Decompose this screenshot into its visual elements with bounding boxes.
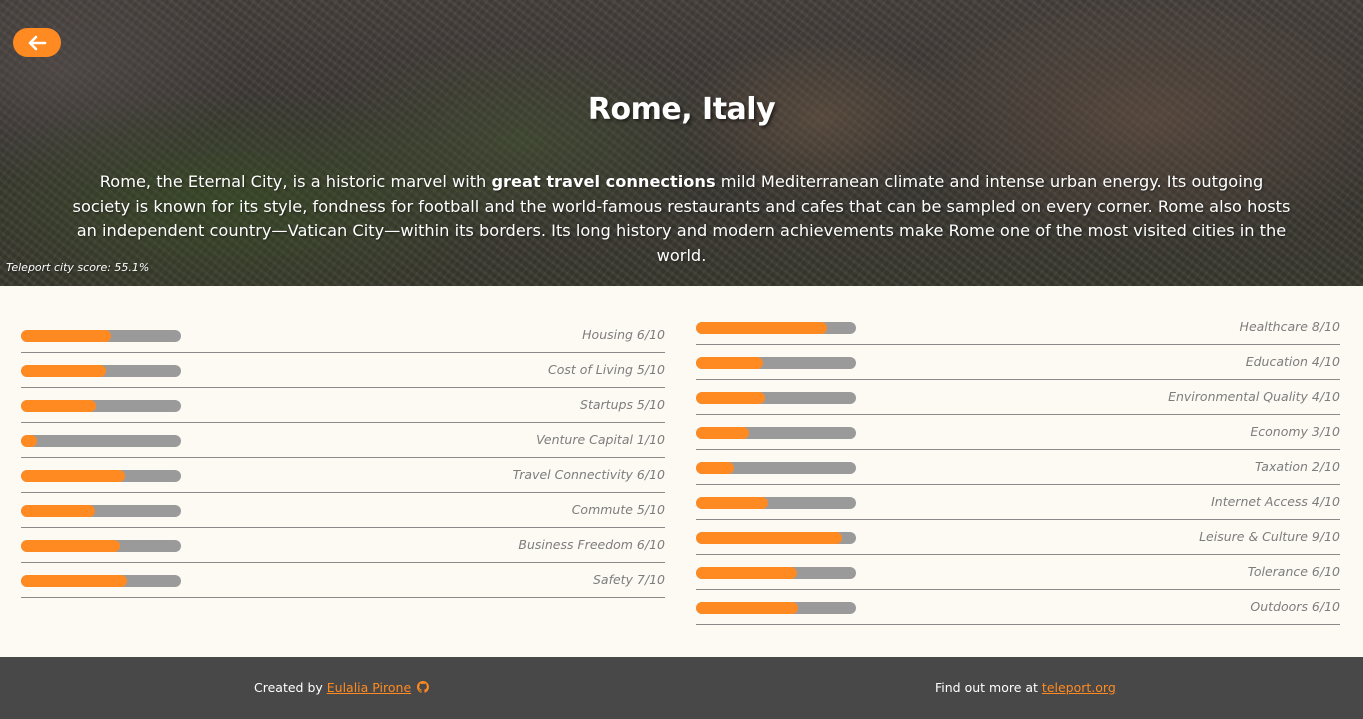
category-row: Internet Access 4/10 — [696, 485, 1340, 520]
score-bar — [21, 400, 181, 412]
score-bar — [696, 462, 856, 474]
score-bar — [21, 505, 181, 517]
score-bar-fill — [21, 435, 37, 447]
category-label: Outdoors 6/10 — [1250, 599, 1340, 614]
category-label: Leisure & Culture 9/10 — [1199, 529, 1340, 544]
category-label: Tolerance 6/10 — [1247, 564, 1340, 579]
score-bar-fill — [21, 575, 127, 587]
score-bar — [21, 365, 181, 377]
city-description: Rome, the Eternal City, is a historic ma… — [72, 172, 1291, 265]
github-icon[interactable] — [417, 681, 430, 693]
score-bar — [21, 330, 181, 342]
categories-left: Housing 6/10 Cost of Living 5/10 Startups … — [21, 318, 665, 598]
category-label: Taxation 2/10 — [1254, 459, 1340, 474]
category-label: Venture Capital 1/10 — [536, 432, 665, 447]
city-score: Teleport city score: 55.1% — [6, 261, 150, 274]
category-row: Travel Connectivity 6/10 — [21, 458, 665, 493]
score-bar — [696, 497, 856, 509]
score-bar — [21, 435, 181, 447]
category-label: Travel Connectivity 6/10 — [512, 467, 665, 482]
score-bar — [21, 540, 181, 552]
category-row: Economy 3/10 — [696, 415, 1340, 450]
score-bar-fill — [21, 505, 95, 517]
teleport-link[interactable]: teleport.org — [1042, 680, 1116, 695]
score-bar-fill — [696, 357, 764, 369]
score-bar-fill — [696, 392, 765, 404]
category-row: Cost of Living 5/10 — [21, 353, 665, 388]
category-label: Environmental Quality 4/10 — [1168, 389, 1340, 404]
score-bar-fill — [696, 322, 828, 334]
category-row: Education 4/10 — [696, 345, 1340, 380]
category-row: Taxation 2/10 — [696, 450, 1340, 485]
categories-right: Healthcare 8/10 Education 4/10 Environment… — [696, 310, 1340, 625]
footer: Created by Eulalia Pirone Find out more … — [0, 657, 1363, 719]
category-row: Safety 7/10 — [21, 563, 665, 598]
category-row: Tolerance 6/10 — [696, 555, 1340, 590]
score-bar-fill — [21, 540, 121, 552]
category-row: Venture Capital 1/10 — [21, 423, 665, 458]
category-label: Economy 3/10 — [1250, 424, 1340, 439]
score-bar — [696, 567, 856, 579]
score-bar-fill — [696, 532, 842, 544]
hero-banner: Rome, Italy Rome, the Eternal City, is a… — [0, 0, 1363, 286]
category-row: Healthcare 8/10 — [696, 310, 1340, 345]
footer-credit: Created by Eulalia Pirone — [254, 680, 430, 695]
description-highlight: great travel connections — [491, 172, 716, 191]
category-row: Housing 6/10 — [21, 318, 665, 353]
score-bar — [21, 470, 181, 482]
score-bar-fill — [21, 400, 97, 412]
category-label: Startups 5/10 — [580, 397, 665, 412]
score-bar-fill — [696, 427, 749, 439]
category-label: Safety 7/10 — [592, 572, 665, 587]
category-label: Education 4/10 — [1245, 354, 1340, 369]
score-bar — [696, 392, 856, 404]
category-label: Internet Access 4/10 — [1211, 494, 1340, 509]
score-bar-fill — [21, 470, 125, 482]
score-bar — [696, 602, 856, 614]
category-label: Business Freedom 6/10 — [518, 537, 665, 552]
score-bar-fill — [696, 567, 797, 579]
city-title: Rome, Italy — [587, 92, 776, 127]
author-link[interactable]: Eulalia Pirone — [327, 680, 411, 695]
category-row: Outdoors 6/10 — [696, 590, 1340, 625]
category-row: Business Freedom 6/10 — [21, 528, 665, 563]
category-row: Environmental Quality 4/10 — [696, 380, 1340, 415]
back-button[interactable] — [13, 28, 61, 57]
score-bar — [696, 427, 856, 439]
category-label: Healthcare 8/10 — [1239, 319, 1340, 334]
arrow-left-icon — [28, 35, 47, 50]
category-label: Housing 6/10 — [582, 327, 665, 342]
footer-more: Find out more at teleport.org — [935, 680, 1116, 695]
score-bar — [696, 322, 856, 334]
score-bar — [696, 532, 856, 544]
category-row: Startups 5/10 — [21, 388, 665, 423]
category-label: Cost of Living 5/10 — [548, 362, 665, 377]
score-bar-fill — [696, 462, 735, 474]
score-bar-fill — [696, 497, 768, 509]
category-row: Leisure & Culture 9/10 — [696, 520, 1340, 555]
score-bar — [696, 357, 856, 369]
category-row: Commute 5/10 — [21, 493, 665, 528]
score-bar — [21, 575, 181, 587]
score-bar-fill — [21, 365, 106, 377]
category-label: Commute 5/10 — [571, 502, 665, 517]
score-bar-fill — [696, 602, 799, 614]
score-bar-fill — [21, 330, 111, 342]
